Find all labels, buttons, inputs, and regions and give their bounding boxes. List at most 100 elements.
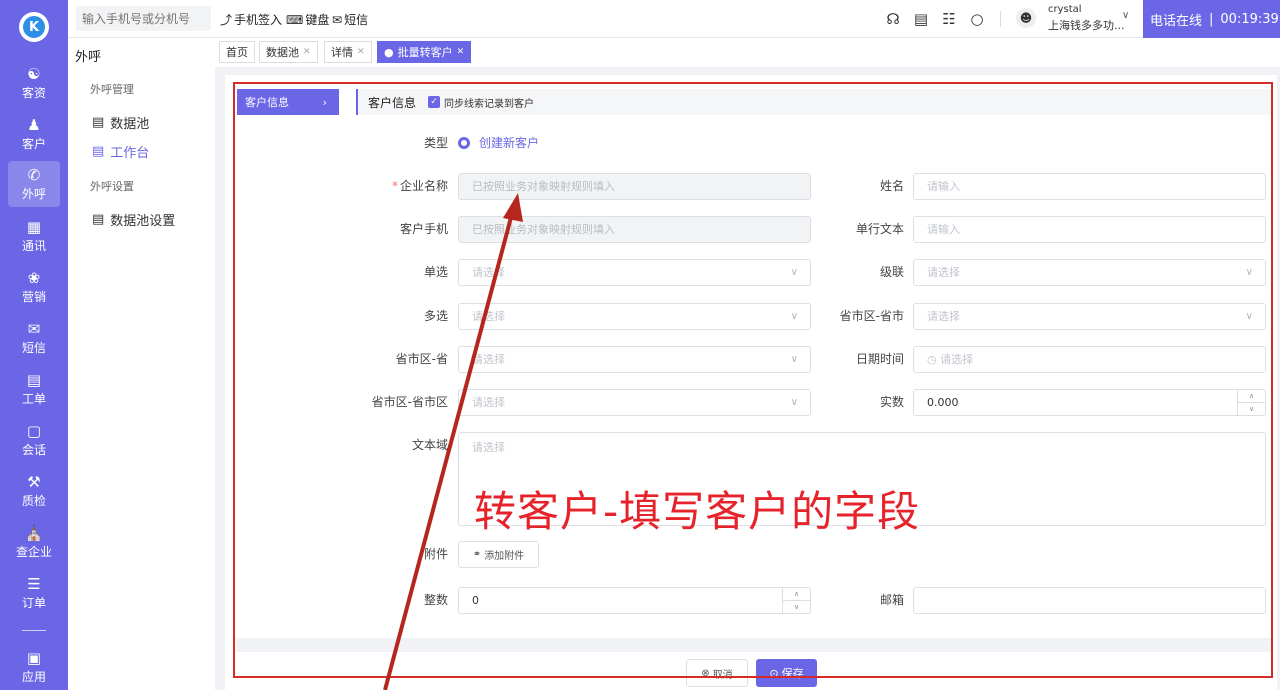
chevron-down-icon[interactable]: ∨	[1122, 10, 1129, 21]
monitor-icon[interactable]: ▤	[911, 9, 931, 29]
chat-icon: ▢	[26, 421, 42, 440]
decrement-icon[interactable]: ∨	[783, 601, 810, 613]
cancel-button[interactable]: ⊗ 取消	[686, 659, 748, 687]
name-placeholder: 请输入	[927, 180, 960, 193]
nav-item-app[interactable]: ▣ 应用	[0, 644, 68, 690]
user-org[interactable]: 上海钱多多功...	[1048, 17, 1125, 33]
email-field[interactable]	[913, 587, 1266, 614]
nav-item-ticket[interactable]: ▤ 工单	[0, 366, 68, 412]
province-field[interactable]: 请选择 ∨	[458, 346, 811, 373]
increment-icon[interactable]: ∧	[783, 588, 810, 601]
single-select-field[interactable]: 请选择 ∨	[458, 259, 811, 286]
save-label: 保存	[781, 667, 804, 680]
active-dot-icon: ●	[384, 45, 394, 59]
nav-item-chat[interactable]: ▢ 会话	[0, 417, 68, 463]
nav-item-company-search[interactable]: ⛪ 查企业	[0, 519, 68, 565]
chevron-down-icon: ∨	[1245, 311, 1253, 322]
save-button[interactable]: ⊙ 保存	[756, 659, 817, 687]
customer-leads-icon: ☯	[27, 64, 41, 83]
headset-icon[interactable]: ☊	[883, 9, 903, 29]
company-label-text: 企业名称	[399, 179, 448, 193]
province-city-field[interactable]: 请选择 ∨	[913, 303, 1266, 330]
real-number-label: 实数	[879, 395, 904, 409]
tab-data-pool[interactable]: 数据池 ✕	[259, 41, 318, 63]
name-field[interactable]: 请输入	[913, 173, 1266, 200]
tab-batch-convert[interactable]: ● 批量转客户 ✕	[377, 41, 472, 63]
sync-checkbox[interactable]: ✓ 同步线索记录到客户	[428, 95, 534, 110]
phone-label: 客户手机	[399, 222, 448, 236]
contacts-icon: ▦	[26, 217, 42, 236]
nav-item-contacts[interactable]: ▦ 通讯	[0, 213, 68, 259]
quality-check-icon: ⚒	[27, 472, 41, 491]
sub-link-data-pool[interactable]: ▤ 数据池	[92, 113, 149, 132]
name-label: 姓名	[879, 179, 904, 193]
nav-label: 会话	[21, 442, 46, 457]
phone-status-button[interactable]: 电话在线 | 00:19:39	[1143, 0, 1280, 38]
integer-stepper[interactable]: 0 ∧ ∨	[458, 587, 811, 614]
company-field[interactable]: 已按照业务对象映射规则填入	[458, 173, 811, 200]
clock-icon: ◷	[927, 353, 941, 366]
nav-item-outbound-call[interactable]: ✆ 外呼	[8, 161, 60, 207]
check-circle-icon: ⊙	[769, 666, 779, 680]
datetime-field[interactable]: ◷ 请选择	[913, 346, 1266, 373]
company-search-icon: ⛪	[24, 523, 44, 542]
section-tab-customer-info[interactable]: 客户信息 ›	[237, 89, 339, 115]
book-icon[interactable]: ☷	[939, 9, 959, 29]
tab-detail[interactable]: 详情 ✕	[324, 41, 372, 63]
add-attachment-button[interactable]: ⚭ 添加附件	[458, 541, 539, 568]
decrement-icon[interactable]: ∨	[1238, 403, 1265, 415]
radio-button-icon[interactable]	[458, 137, 470, 149]
nav-label: 营销	[21, 289, 46, 304]
document-icon: ▤	[92, 115, 105, 130]
real-number-value: 0.000	[927, 396, 959, 409]
sms-label: 短信	[344, 13, 369, 27]
close-icon[interactable]: ✕	[457, 47, 465, 57]
chevron-down-icon: ∨	[790, 267, 798, 278]
close-icon[interactable]: ✕	[303, 47, 311, 57]
province-city-label: 省市区-省市	[839, 309, 904, 323]
nav-item-sms[interactable]: ✉ 短信	[0, 315, 68, 361]
customer-icon: ♟	[27, 115, 41, 134]
increment-icon[interactable]: ∧	[1238, 390, 1265, 403]
stepper-controls[interactable]: ∧ ∨	[1237, 390, 1265, 415]
phone-search-input[interactable]	[76, 6, 211, 31]
single-select-placeholder: 请选择	[472, 266, 505, 279]
required-mark: *	[391, 179, 398, 193]
sub-link-pool-settings[interactable]: ▤ 数据池设置	[92, 210, 175, 229]
add-attachment-label: 添加附件	[484, 551, 525, 562]
sub-link-workbench[interactable]: ▤ 工作台	[92, 142, 149, 161]
sms-button[interactable]: ✉ 短信	[332, 11, 368, 28]
single-text-field[interactable]: 请输入	[913, 216, 1266, 243]
nav-item-customer-leads[interactable]: ☯ 客资	[0, 60, 68, 106]
keyboard-button[interactable]: ⌨ 键盘	[286, 11, 329, 28]
integer-value: 0	[472, 594, 479, 607]
phone-field[interactable]: 已按照业务对象映射规则填入	[458, 216, 811, 243]
nav-item-customer[interactable]: ♟ 客户	[0, 111, 68, 157]
message-icon[interactable]: ○	[967, 9, 987, 29]
type-radio-label[interactable]: 创建新客户	[479, 133, 539, 153]
nav-label: 应用	[21, 669, 46, 684]
phone-signin-button[interactable]: ⤴ 手机签入	[220, 11, 282, 28]
single-text-placeholder: 请输入	[927, 223, 960, 236]
nav-item-order[interactable]: ☰ 订单	[0, 570, 68, 616]
chevron-down-icon: ∨	[790, 397, 798, 408]
avatar[interactable]: ☻	[1016, 8, 1036, 28]
user-name[interactable]: crystal	[1048, 4, 1082, 15]
tab-home[interactable]: 首页	[219, 41, 255, 63]
cancel-icon: ⊗	[701, 667, 710, 679]
close-icon[interactable]: ✕	[357, 47, 365, 57]
multi-select-field[interactable]: 请选择 ∨	[458, 303, 811, 330]
document-icon: ▤	[92, 212, 105, 227]
cascade-field[interactable]: 请选择 ∨	[913, 259, 1266, 286]
stepper-controls[interactable]: ∧ ∨	[782, 588, 810, 613]
cancel-label: 取消	[712, 669, 733, 681]
real-number-stepper[interactable]: 0.000 ∧ ∨	[913, 389, 1266, 416]
province-city-district-field[interactable]: 请选择 ∨	[458, 389, 811, 416]
datetime-label: 日期时间	[855, 352, 904, 366]
nav-item-quality-check[interactable]: ⚒ 质检	[0, 468, 68, 514]
company-placeholder: 已按照业务对象映射规则填入	[472, 180, 615, 193]
nav-item-marketing[interactable]: ❀ 营销	[0, 264, 68, 310]
company-label: * 企业名称	[360, 173, 448, 199]
ticket-icon: ▤	[26, 370, 42, 389]
app-logo[interactable]: K	[19, 12, 49, 42]
